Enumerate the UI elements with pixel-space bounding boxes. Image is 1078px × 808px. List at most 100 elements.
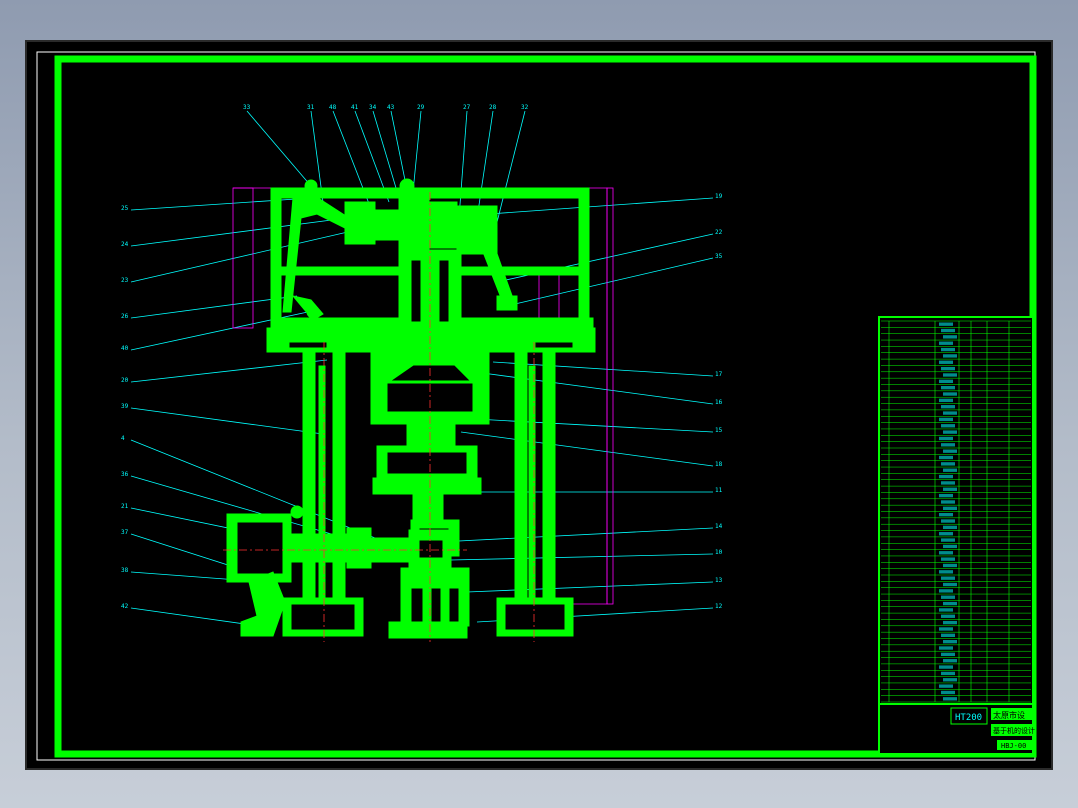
leader-right-5 <box>456 417 714 433</box>
assembly-drawing: HT200 太原市设 基于机的设计 HBJ-00 33 31 48 41 34 43 29 2… <box>36 51 1037 761</box>
parts-table-cell-mark <box>941 386 955 390</box>
parts-table-cell-mark <box>943 373 957 377</box>
parts-table-cell-mark <box>941 405 955 409</box>
callout-top-8: 28 <box>489 104 497 111</box>
callout-left-3: 26 <box>121 313 129 320</box>
parts-table-cell-mark <box>939 684 953 688</box>
parts-table-cell-mark <box>943 659 957 663</box>
parts-table-cell-mark <box>941 538 955 542</box>
parts-table-cell-mark <box>943 354 957 358</box>
parts-table-cell-mark <box>941 633 955 637</box>
parts-table-cell-mark <box>943 678 957 682</box>
callout-top-9: 32 <box>521 104 529 111</box>
callout-right-2: 35 <box>715 253 723 260</box>
parts-table-cell-mark <box>939 646 953 650</box>
callout-left-7: 4 <box>121 435 125 442</box>
leader-left-0 <box>130 197 312 211</box>
parts-table-cell-mark <box>939 493 953 498</box>
callout-right-4: 16 <box>715 399 723 406</box>
parts-table-cell-mark <box>941 595 955 599</box>
parts-table-cell-mark <box>941 462 955 466</box>
parts-table-cell-mark <box>943 468 957 472</box>
callout-right-7: 11 <box>715 487 723 494</box>
callout-left-11: 38 <box>121 567 129 574</box>
callout-left-10: 37 <box>121 529 129 536</box>
model-label: HT200 <box>955 713 982 723</box>
parts-table-cell-mark <box>943 697 957 701</box>
callout-right-1: 22 <box>715 229 723 236</box>
parts-table-cell-mark <box>941 519 955 523</box>
callout-top-0: 33 <box>243 104 251 111</box>
parts-table-cell-mark <box>941 614 955 618</box>
callout-right-6: 18 <box>715 461 723 468</box>
title-block: HT200 太原市设 基于机的设计 HBJ-00 <box>878 316 1035 755</box>
parts-table-cell-mark <box>943 411 957 415</box>
parts-table-cell-mark <box>943 449 957 453</box>
parts-table-cell-mark <box>941 576 955 580</box>
parts-table-cell-mark <box>939 398 953 403</box>
callout-left-6: 39 <box>121 403 129 410</box>
leader-right-2 <box>514 257 714 305</box>
leader-left-5 <box>130 359 328 383</box>
parts-table-cell-mark <box>939 513 953 517</box>
title-label-2: 基于机的设计 <box>993 726 1035 735</box>
callout-top-2: 48 <box>329 104 337 111</box>
parts-table-cell-mark <box>939 665 953 669</box>
parts-table-cell-mark <box>939 474 953 479</box>
parts-table-cell-mark <box>943 563 957 568</box>
parts-table-cell-mark <box>939 341 953 345</box>
parts-table-cell-mark <box>939 379 953 383</box>
callout-top-3: 41 <box>351 104 359 111</box>
parts-table-cell-mark <box>941 690 955 695</box>
parts-table-cell-mark <box>939 589 953 593</box>
parts-table-cell-mark <box>943 430 957 434</box>
leader-top-7 <box>458 110 468 219</box>
parts-table-cell-mark <box>939 608 953 612</box>
leader-top-0 <box>246 110 312 187</box>
parts-table-cell-mark <box>941 443 955 447</box>
callout-left-9: 21 <box>121 503 129 510</box>
parts-table-cell-mark <box>941 557 955 561</box>
leader-right-4 <box>474 371 714 405</box>
drawing-number: HBJ-00 <box>1001 742 1026 750</box>
leader-left-6 <box>130 407 324 435</box>
parts-table-cell-mark <box>939 627 953 631</box>
callout-left-4: 40 <box>121 345 129 352</box>
callout-left-2: 23 <box>121 277 129 284</box>
leader-right-0 <box>488 197 714 215</box>
parts-table-cell-mark <box>941 500 955 504</box>
parts-table-cell-mark <box>943 392 957 396</box>
parts-table-cell-mark <box>943 640 957 644</box>
callout-top-4: 34 <box>369 104 377 111</box>
callout-right-10: 13 <box>715 577 723 584</box>
parts-table-cell-mark <box>939 322 953 326</box>
parts-table-cell-mark <box>939 455 953 460</box>
parts-table-cell-mark <box>941 481 955 485</box>
parts-table-cell-mark <box>941 671 955 676</box>
callout-right-9: 10 <box>715 549 723 556</box>
callout-right-3: 17 <box>715 371 723 378</box>
cad-viewport[interactable]: HT200 太原市设 基于机的设计 HBJ-00 33 31 48 41 34 43 29 2… <box>25 40 1053 770</box>
parts-table-cell-mark <box>939 417 953 422</box>
callout-top-7: 27 <box>463 104 471 111</box>
machine-body <box>226 178 596 639</box>
parts-table-cell-mark <box>943 335 957 339</box>
parts-table-cell-mark <box>941 347 955 352</box>
parts-table-cell-mark <box>939 360 953 364</box>
title-label-1: 太原市设 <box>993 710 1025 720</box>
parts-table-cell-mark <box>943 582 957 587</box>
parts-table-cell-mark <box>941 652 955 657</box>
parts-table-cell-mark <box>943 487 957 491</box>
callout-right-8: 14 <box>715 523 723 530</box>
leader-right-10 <box>466 581 714 593</box>
leader-left-12 <box>130 607 260 627</box>
callout-right-0: 19 <box>715 193 723 200</box>
parts-table-cell-mark <box>943 620 957 625</box>
construction-outline <box>606 187 614 605</box>
leader-top-6 <box>412 110 422 193</box>
leader-top-2 <box>332 110 374 215</box>
callout-top-1: 31 <box>307 104 315 111</box>
leader-right-8 <box>438 527 714 543</box>
callout-top-6: 29 <box>417 104 425 111</box>
leader-right-9 <box>450 553 714 561</box>
